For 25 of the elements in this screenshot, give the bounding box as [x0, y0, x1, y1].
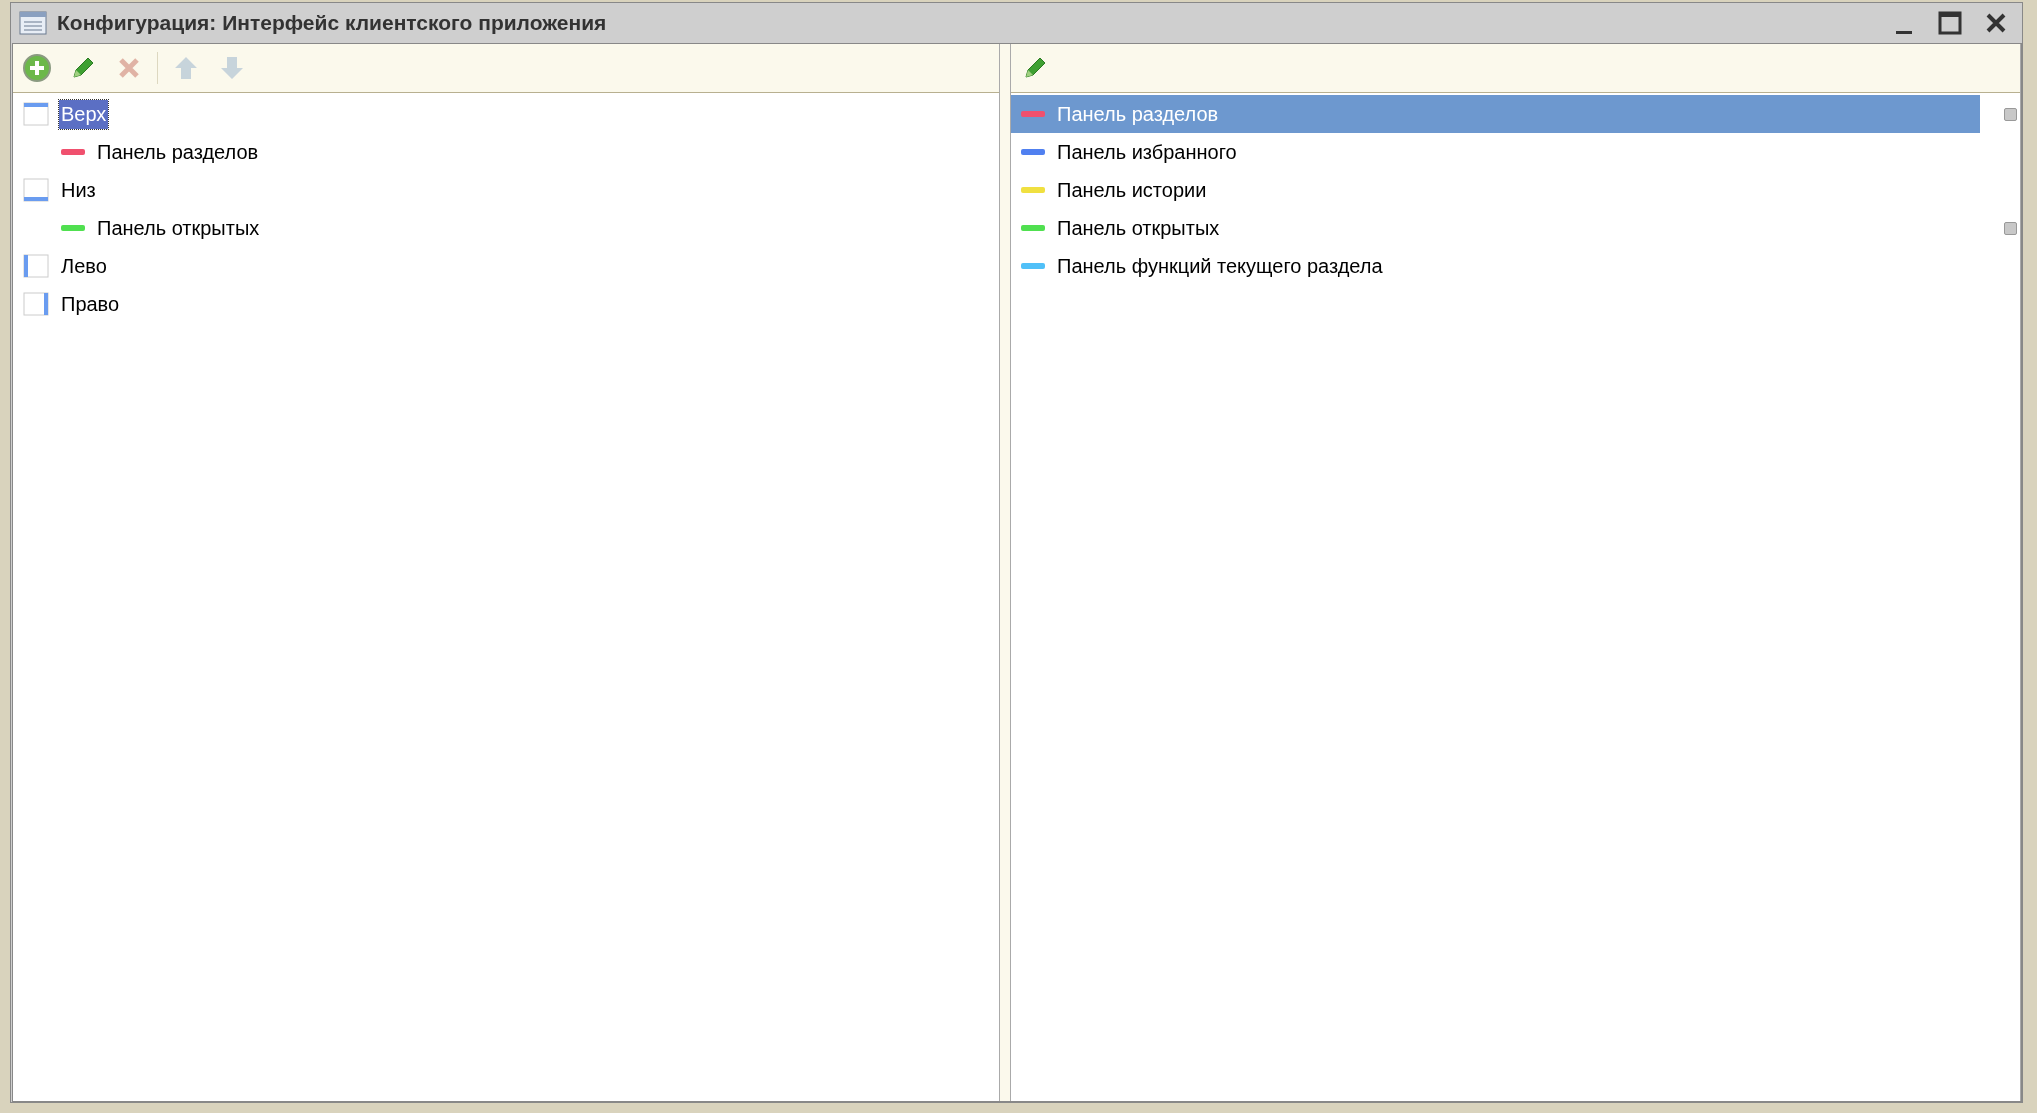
- layout-edge-icon: [23, 254, 49, 278]
- layout-edge-icon: [23, 292, 49, 316]
- arrow-up-icon: [173, 55, 199, 81]
- tree-item[interactable]: Панель открытых: [95, 213, 262, 243]
- panel-list-item[interactable]: Панель избранного: [1011, 133, 1980, 171]
- window-app-icon: [19, 11, 47, 35]
- window-title: Конфигурация: Интерфейс клиентского приложения: [57, 11, 608, 35]
- arrow-down-icon: [219, 55, 245, 81]
- close-icon: [1985, 12, 2007, 34]
- layout-edge-icon: [23, 102, 49, 126]
- layout-edge-icon: [23, 178, 49, 202]
- minimize-icon: [1896, 30, 1912, 34]
- tree-item[interactable]: Право: [59, 289, 122, 319]
- tree-item[interactable]: Верх: [59, 99, 109, 129]
- tree-item[interactable]: Панель разделов: [95, 137, 261, 167]
- panel-list-item[interactable]: Панель открытых: [1011, 209, 1980, 247]
- pencil-icon: [70, 55, 96, 81]
- tree-item[interactable]: Низ: [59, 175, 98, 205]
- pencil-icon: [1022, 55, 1048, 81]
- panel-list-item[interactable]: Панель истории: [1011, 171, 1980, 209]
- maximize-icon: [1938, 11, 1962, 35]
- panel-list-item[interactable]: Панель функций текущего раздела: [1011, 247, 1980, 285]
- delete-icon: [117, 56, 141, 80]
- add-icon: [22, 53, 52, 83]
- tree-item[interactable]: Лево: [59, 251, 109, 281]
